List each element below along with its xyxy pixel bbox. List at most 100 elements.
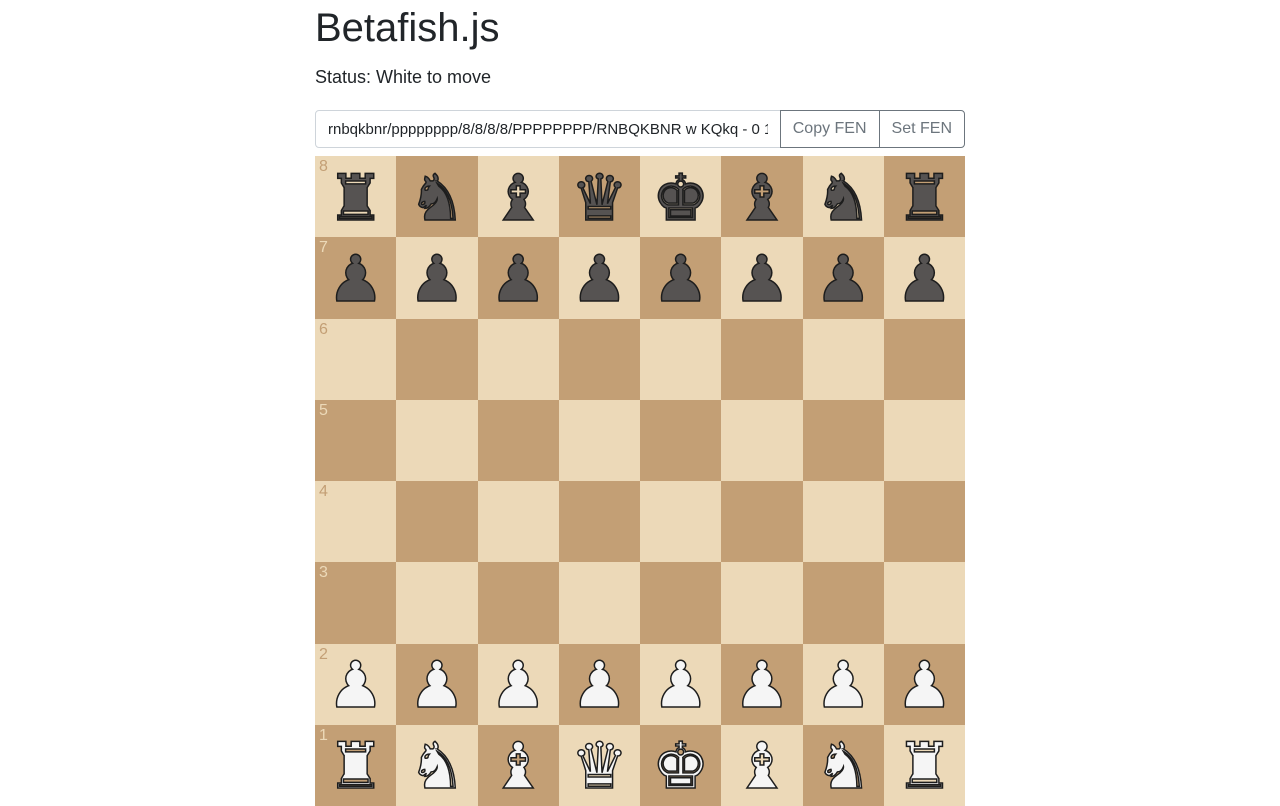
square-f8[interactable]: ♝ bbox=[721, 156, 803, 238]
black-knight-icon[interactable]: ♞ bbox=[407, 166, 466, 232]
white-knight-icon[interactable]: ♞ bbox=[814, 735, 873, 801]
square-e7[interactable]: ♟ bbox=[640, 237, 722, 319]
black-queen-icon[interactable]: ♛ bbox=[570, 166, 629, 232]
black-rook-icon[interactable]: ♜ bbox=[895, 166, 954, 232]
square-b5[interactable] bbox=[396, 399, 478, 481]
square-e5[interactable] bbox=[640, 399, 722, 481]
square-a5[interactable]: 5 bbox=[315, 399, 397, 481]
white-rook-icon[interactable]: ♜ bbox=[895, 735, 954, 801]
square-c3[interactable] bbox=[477, 562, 559, 644]
white-pawn-icon[interactable]: ♟ bbox=[814, 653, 873, 719]
square-a1[interactable]: 1 ♜ bbox=[315, 724, 397, 806]
square-b3[interactable] bbox=[396, 562, 478, 644]
square-g7[interactable]: ♟ bbox=[802, 237, 884, 319]
square-a2[interactable]: 2 ♟ bbox=[315, 643, 397, 725]
square-d7[interactable]: ♟ bbox=[558, 237, 640, 319]
square-g5[interactable] bbox=[802, 399, 884, 481]
square-h4[interactable] bbox=[883, 481, 965, 563]
square-g4[interactable] bbox=[802, 481, 884, 563]
square-h1[interactable]: ♜ bbox=[883, 724, 965, 806]
square-g3[interactable] bbox=[802, 562, 884, 644]
square-e8[interactable]: ♚ bbox=[640, 156, 722, 238]
white-pawn-icon[interactable]: ♟ bbox=[732, 653, 791, 719]
black-pawn-icon[interactable]: ♟ bbox=[651, 247, 710, 313]
square-f6[interactable] bbox=[721, 318, 803, 400]
white-pawn-icon[interactable]: ♟ bbox=[895, 653, 954, 719]
square-b8[interactable]: ♞ bbox=[396, 156, 478, 238]
square-d1[interactable]: ♛ bbox=[558, 724, 640, 806]
square-e1[interactable]: ♚ bbox=[640, 724, 722, 806]
black-king-icon[interactable]: ♚ bbox=[651, 166, 710, 232]
square-f5[interactable] bbox=[721, 399, 803, 481]
square-e2[interactable]: ♟ bbox=[640, 643, 722, 725]
square-f1[interactable]: ♝ bbox=[721, 724, 803, 806]
black-pawn-icon[interactable]: ♟ bbox=[814, 247, 873, 313]
square-g8[interactable]: ♞ bbox=[802, 156, 884, 238]
square-d4[interactable] bbox=[558, 481, 640, 563]
square-f4[interactable] bbox=[721, 481, 803, 563]
white-queen-icon[interactable]: ♛ bbox=[570, 735, 629, 801]
square-e3[interactable] bbox=[640, 562, 722, 644]
square-a4[interactable]: 4 bbox=[315, 481, 397, 563]
square-f7[interactable]: ♟ bbox=[721, 237, 803, 319]
square-c2[interactable]: ♟ bbox=[477, 643, 559, 725]
white-bishop-icon[interactable]: ♝ bbox=[732, 735, 791, 801]
white-rook-icon[interactable]: ♜ bbox=[326, 735, 385, 801]
black-knight-icon[interactable]: ♞ bbox=[814, 166, 873, 232]
copy-fen-button[interactable]: Copy FEN bbox=[779, 110, 880, 148]
square-a7[interactable]: 7 ♟ bbox=[315, 237, 397, 319]
square-c4[interactable] bbox=[477, 481, 559, 563]
white-knight-icon[interactable]: ♞ bbox=[407, 735, 466, 801]
square-c5[interactable] bbox=[477, 399, 559, 481]
square-g1[interactable]: ♞ bbox=[802, 724, 884, 806]
square-a8[interactable]: 8 ♜ bbox=[315, 156, 397, 238]
white-pawn-icon[interactable]: ♟ bbox=[570, 653, 629, 719]
square-f3[interactable] bbox=[721, 562, 803, 644]
black-pawn-icon[interactable]: ♟ bbox=[895, 247, 954, 313]
white-pawn-icon[interactable]: ♟ bbox=[407, 653, 466, 719]
square-d6[interactable] bbox=[558, 318, 640, 400]
square-c1[interactable]: ♝ bbox=[477, 724, 559, 806]
square-c6[interactable] bbox=[477, 318, 559, 400]
black-bishop-icon[interactable]: ♝ bbox=[732, 166, 791, 232]
square-b2[interactable]: ♟ bbox=[396, 643, 478, 725]
square-c8[interactable]: ♝ bbox=[477, 156, 559, 238]
square-d3[interactable] bbox=[558, 562, 640, 644]
square-g2[interactable]: ♟ bbox=[802, 643, 884, 725]
white-pawn-icon[interactable]: ♟ bbox=[326, 653, 385, 719]
square-d2[interactable]: ♟ bbox=[558, 643, 640, 725]
white-pawn-icon[interactable]: ♟ bbox=[651, 653, 710, 719]
square-h7[interactable]: ♟ bbox=[883, 237, 965, 319]
square-h2[interactable]: ♟ bbox=[883, 643, 965, 725]
white-pawn-icon[interactable]: ♟ bbox=[489, 653, 548, 719]
square-a6[interactable]: 6 bbox=[315, 318, 397, 400]
square-h6[interactable] bbox=[883, 318, 965, 400]
square-g6[interactable] bbox=[802, 318, 884, 400]
square-d5[interactable] bbox=[558, 399, 640, 481]
square-e4[interactable] bbox=[640, 481, 722, 563]
square-h8[interactable]: ♜ bbox=[883, 156, 965, 238]
square-b6[interactable] bbox=[396, 318, 478, 400]
fen-input[interactable] bbox=[315, 110, 781, 148]
square-a3[interactable]: 3 bbox=[315, 562, 397, 644]
rank-label: 7 bbox=[319, 239, 328, 257]
square-b7[interactable]: ♟ bbox=[396, 237, 478, 319]
square-b4[interactable] bbox=[396, 481, 478, 563]
square-e6[interactable] bbox=[640, 318, 722, 400]
square-f2[interactable]: ♟ bbox=[721, 643, 803, 725]
white-king-icon[interactable]: ♚ bbox=[651, 735, 710, 801]
black-pawn-icon[interactable]: ♟ bbox=[570, 247, 629, 313]
square-h3[interactable] bbox=[883, 562, 965, 644]
black-rook-icon[interactable]: ♜ bbox=[326, 166, 385, 232]
black-pawn-icon[interactable]: ♟ bbox=[732, 247, 791, 313]
white-bishop-icon[interactable]: ♝ bbox=[489, 735, 548, 801]
black-pawn-icon[interactable]: ♟ bbox=[326, 247, 385, 313]
set-fen-button[interactable]: Set FEN bbox=[878, 110, 965, 148]
black-pawn-icon[interactable]: ♟ bbox=[407, 247, 466, 313]
square-h5[interactable] bbox=[883, 399, 965, 481]
square-c7[interactable]: ♟ bbox=[477, 237, 559, 319]
black-pawn-icon[interactable]: ♟ bbox=[489, 247, 548, 313]
square-d8[interactable]: ♛ bbox=[558, 156, 640, 238]
black-bishop-icon[interactable]: ♝ bbox=[489, 166, 548, 232]
square-b1[interactable]: ♞ bbox=[396, 724, 478, 806]
